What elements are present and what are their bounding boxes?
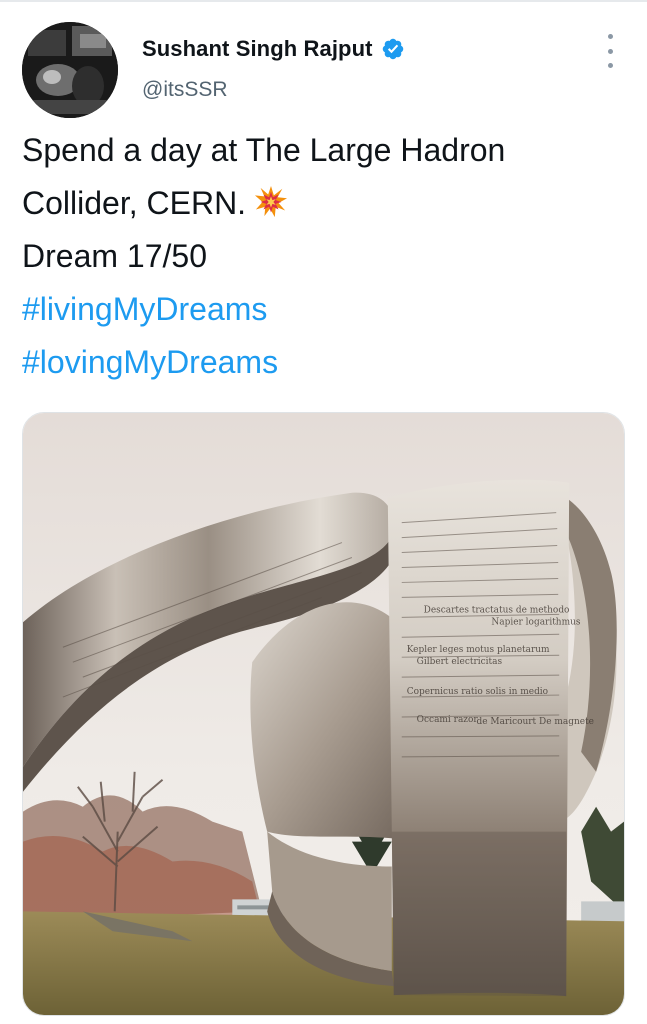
avatar[interactable] bbox=[22, 22, 118, 118]
sculpture-text: Copernicus ratio solis in medio bbox=[407, 687, 548, 697]
sculpture-text: Napier logarithmus bbox=[491, 617, 580, 627]
author-handle[interactable]: @itsSSR bbox=[142, 78, 228, 102]
hashtag-link[interactable]: #livingMyDreams bbox=[22, 283, 632, 336]
tweet-line-3: Dream 17/50 bbox=[22, 238, 207, 274]
sculpture-text: de Maricourt De magnete bbox=[476, 717, 593, 727]
verified-badge-icon bbox=[382, 38, 403, 60]
collision-icon bbox=[255, 185, 288, 218]
sculpture-text: Kepler leges motus planetarum bbox=[407, 645, 550, 655]
more-options-icon[interactable] bbox=[598, 34, 622, 68]
tweet-line-1: Spend a day at The Large Hadron bbox=[22, 132, 506, 168]
sculpture-photo-image: Descartes tractatus de methodo Napier lo… bbox=[23, 413, 624, 1015]
hashtag-link[interactable]: #lovingMyDreams bbox=[22, 336, 632, 389]
tweet-text: Spend a day at The Large Hadron Collider… bbox=[22, 124, 632, 389]
sculpture-text: Gilbert electricitas bbox=[417, 657, 503, 667]
sculpture-text: Occami razor bbox=[417, 715, 479, 725]
sculpture-text: Descartes tractatus de methodo bbox=[424, 605, 570, 615]
top-divider bbox=[0, 0, 647, 2]
author-display-name[interactable]: Sushant Singh Rajput bbox=[142, 36, 373, 62]
tweet-photo[interactable]: Descartes tractatus de methodo Napier lo… bbox=[22, 412, 625, 1016]
profile-photo-icon bbox=[22, 22, 118, 118]
tweet-line-2: Collider, CERN. bbox=[22, 177, 632, 230]
